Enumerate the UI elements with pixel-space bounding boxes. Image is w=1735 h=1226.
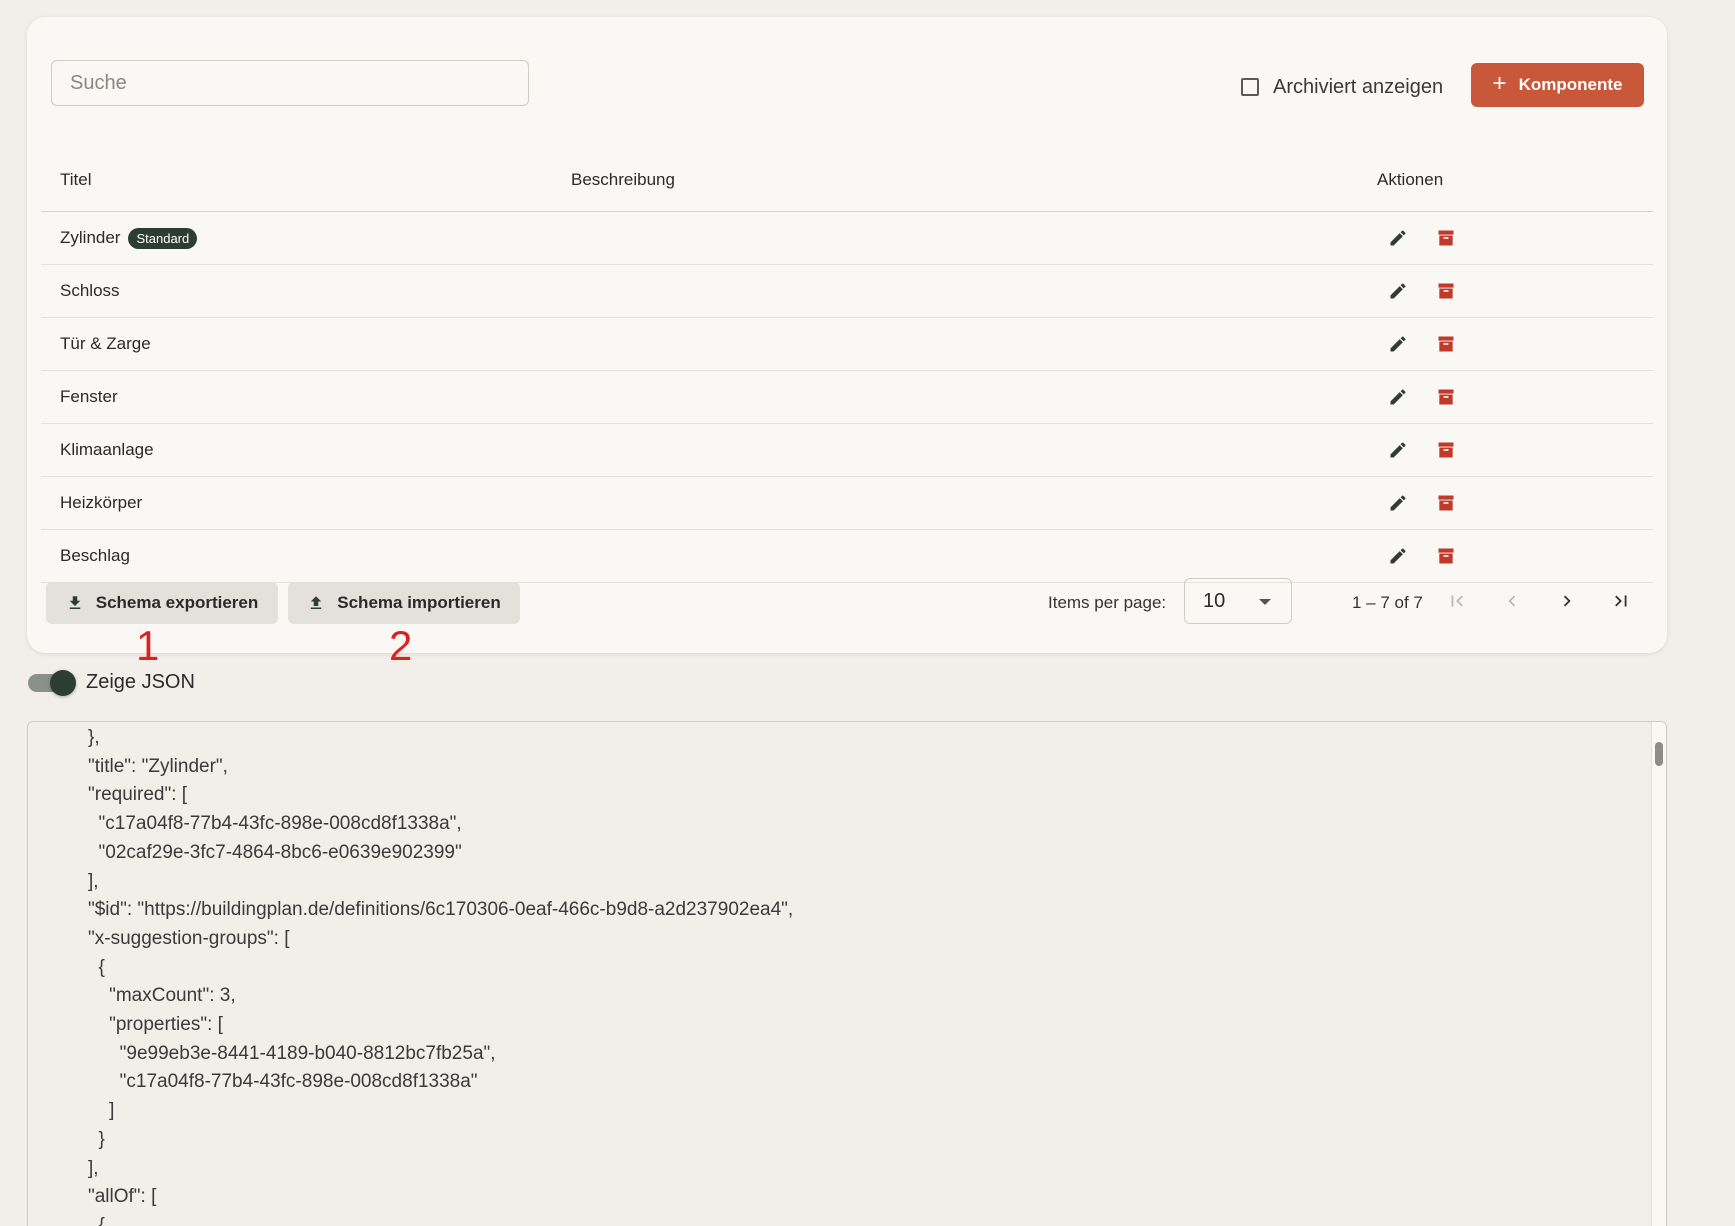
pencil-icon[interactable] xyxy=(1384,542,1412,570)
previous-page-icon[interactable] xyxy=(1496,585,1528,617)
pencil-icon[interactable] xyxy=(1384,436,1412,464)
archive-icon[interactable] xyxy=(1432,277,1460,305)
export-schema-button[interactable]: Schema exportieren xyxy=(46,582,278,624)
add-component-button[interactable]: + Komponente xyxy=(1471,63,1644,107)
archive-icon[interactable] xyxy=(1432,436,1460,464)
table-header: Titel Beschreibung Aktionen xyxy=(41,148,1653,212)
row-title: Schloss xyxy=(60,281,120,300)
export-schema-label: Schema exportieren xyxy=(95,593,259,612)
scrollbar-thumb[interactable] xyxy=(1655,742,1663,766)
show-archived-toggle[interactable]: Archiviert anzeigen xyxy=(1241,72,1443,102)
archive-icon[interactable] xyxy=(1432,383,1460,411)
row-title: Fenster xyxy=(60,387,118,406)
pencil-icon[interactable] xyxy=(1384,489,1412,517)
row-title: Heizkörper xyxy=(60,493,143,512)
table-row[interactable]: Fenster xyxy=(41,371,1653,424)
table-row[interactable]: Beschlag xyxy=(41,530,1653,583)
archive-icon[interactable] xyxy=(1432,224,1460,252)
plus-icon: + xyxy=(1492,70,1507,97)
import-schema-button[interactable]: Schema importieren xyxy=(288,582,520,624)
show-archived-checkbox[interactable] xyxy=(1241,78,1259,96)
annotation-number-1: 1 xyxy=(136,622,160,669)
pagination-range: 1 – 7 of 7 xyxy=(1352,593,1423,612)
search-input[interactable] xyxy=(51,60,529,106)
show-json-label: Zeige JSON xyxy=(86,671,195,693)
last-page-icon[interactable] xyxy=(1605,585,1637,617)
upload-icon xyxy=(311,596,322,609)
column-header-title[interactable]: Titel xyxy=(60,170,92,190)
archive-icon[interactable] xyxy=(1432,330,1460,358)
table-body: Zylinder Standard Schloss Tür & Zarge Fe… xyxy=(41,212,1653,583)
pencil-icon[interactable] xyxy=(1384,330,1412,358)
row-title: Beschlag xyxy=(60,546,130,565)
items-per-page-select[interactable]: 10 xyxy=(1184,578,1292,624)
show-json-toggle[interactable]: Zeige JSON xyxy=(28,669,195,696)
table-row[interactable]: Tür & Zarge xyxy=(41,318,1653,371)
table-row[interactable]: Heizkörper xyxy=(41,477,1653,530)
archive-icon[interactable] xyxy=(1432,489,1460,517)
components-card: Archiviert anzeigen + Komponente Titel B… xyxy=(27,17,1667,669)
next-page-icon[interactable] xyxy=(1551,585,1583,617)
annotation-number-2: 2 xyxy=(389,622,413,669)
import-schema-label: Schema importieren xyxy=(337,593,501,612)
row-title: Klimaanlage xyxy=(60,440,154,459)
table-row[interactable]: Klimaanlage xyxy=(41,424,1653,477)
add-component-label: Komponente xyxy=(1518,75,1623,94)
download-icon xyxy=(69,596,80,609)
pencil-icon[interactable] xyxy=(1384,224,1412,252)
caret-down-icon xyxy=(1259,599,1271,605)
items-per-page-value: 10 xyxy=(1203,589,1226,612)
pencil-icon[interactable] xyxy=(1384,277,1412,305)
items-per-page-label: Items per page: xyxy=(1048,593,1167,612)
json-scrollbar[interactable] xyxy=(1651,722,1666,1226)
first-page-icon[interactable] xyxy=(1441,585,1473,617)
json-content: }, "title": "Zylinder", "required": [ "c… xyxy=(88,727,794,1226)
row-title: Zylinder xyxy=(60,228,121,247)
json-viewer[interactable]: }, "title": "Zylinder", "required": [ "c… xyxy=(27,721,1667,1226)
archive-icon[interactable] xyxy=(1432,542,1460,570)
switch-knob xyxy=(50,669,76,696)
column-header-actions: Aktionen xyxy=(1377,170,1444,189)
column-header-description[interactable]: Beschreibung xyxy=(571,170,675,190)
table-row[interactable]: Schloss xyxy=(41,265,1653,318)
show-archived-label: Archiviert anzeigen xyxy=(1273,75,1444,98)
table-row[interactable]: Zylinder Standard xyxy=(41,212,1653,265)
row-title: Tür & Zarge xyxy=(60,334,151,353)
show-json-switch[interactable] xyxy=(28,669,76,696)
pencil-icon[interactable] xyxy=(1384,383,1412,411)
standard-badge: Standard xyxy=(128,227,198,249)
